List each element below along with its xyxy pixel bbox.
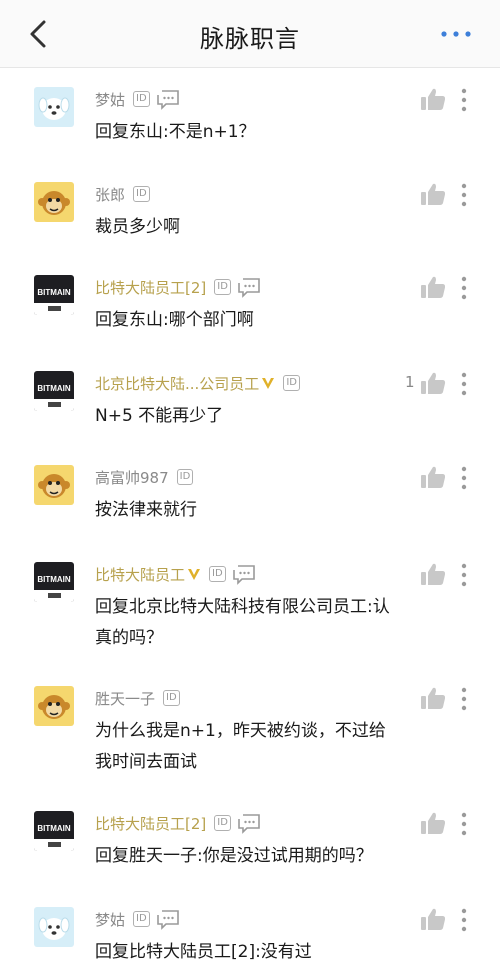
author-name[interactable]: 比特大陆员工[2]	[95, 813, 206, 834]
id-badge: ID	[176, 469, 194, 485]
comment-header: 比特大陆员工[2] ID	[95, 275, 261, 299]
logo-text: BITMAIN	[37, 384, 71, 393]
comment-text: 回复胜天一子:你是没过试用期的吗？	[95, 846, 373, 866]
id-badge: ID	[209, 566, 226, 582]
thumbs-up-icon[interactable]	[420, 686, 446, 710]
comment-text: 按法律来就行	[95, 500, 197, 520]
logo-text: BITMAIN	[37, 824, 71, 833]
more-vertical-icon[interactable]	[458, 371, 470, 397]
thumbs-up-icon[interactable]	[420, 87, 446, 111]
more-vertical-icon[interactable]	[458, 465, 470, 491]
like-count: 1	[405, 373, 415, 391]
more-options-icon[interactable]	[436, 22, 476, 46]
more-vertical-icon[interactable]	[458, 275, 470, 301]
comment-text: 回复比特大陆员工[2]:没有过	[95, 942, 312, 961]
thumbs-up-icon[interactable]	[420, 465, 446, 489]
comment-header: 高富帅987 ID	[95, 465, 194, 489]
id-badge: ID	[133, 911, 150, 927]
comment-item[interactable]: 高富帅987 ID 按法律来就行	[0, 455, 500, 565]
comment-text: 裁员多少啊	[95, 217, 180, 237]
comment-item[interactable]: 梦姑 ID 回复比特大陆员工[2]:没有过	[0, 897, 500, 961]
verified-v-icon	[262, 378, 275, 389]
comment-item[interactable]: BITMAIN 比特大陆员工 ID 回复北京比特大陆科技有限公司员工:认 真的吗？	[0, 552, 500, 662]
id-badge: ID	[163, 690, 180, 706]
comment-header: 北京比特大陆...公司员工 ID	[95, 371, 300, 395]
chat-bubble-icon[interactable]	[232, 563, 256, 585]
avatar[interactable]	[34, 907, 74, 947]
chat-bubble-icon[interactable]	[156, 908, 180, 930]
comment-header: 胜天一子 ID	[95, 686, 180, 710]
author-name[interactable]: 梦姑	[95, 909, 125, 930]
comment-text: 回复东山:哪个部门啊	[95, 310, 254, 330]
author-name[interactable]: 梦姑	[95, 89, 125, 110]
more-vertical-icon[interactable]	[458, 907, 470, 933]
avatar[interactable]	[34, 686, 74, 726]
thumbs-up-icon[interactable]	[420, 562, 446, 586]
comment-text: 回复东山:不是n+1？	[95, 122, 256, 142]
chat-bubble-icon[interactable]	[156, 88, 180, 110]
id-badge: ID	[133, 186, 150, 202]
avatar[interactable]	[34, 465, 74, 505]
more-vertical-icon[interactable]	[458, 562, 470, 588]
comment-header: 张郎 ID	[95, 182, 150, 206]
logo-text: BITMAIN	[37, 575, 71, 584]
author-name[interactable]: 胜天一子	[95, 688, 155, 709]
more-vertical-icon[interactable]	[458, 182, 470, 208]
author-name[interactable]: 北京比特大陆...公司员工	[95, 373, 259, 394]
id-badge: ID	[133, 91, 150, 107]
id-badge: ID	[283, 375, 300, 391]
comment-item[interactable]: 梦姑 ID 回复东山:不是n+1？	[0, 77, 500, 187]
avatar[interactable]	[34, 87, 74, 127]
comment-header: 比特大陆员工[2] ID	[95, 811, 261, 835]
thumbs-up-icon[interactable]	[420, 811, 446, 835]
verified-v-icon	[188, 569, 201, 580]
author-name[interactable]: 比特大陆员工[2]	[95, 277, 206, 298]
top-bar: 脉脉职言	[0, 0, 500, 68]
more-vertical-icon[interactable]	[458, 811, 470, 837]
chat-bubble-icon[interactable]	[237, 276, 261, 298]
id-badge: ID	[214, 815, 231, 831]
comment-list: 梦姑 ID 回复东山:不是n+1？ 张郎 ID 裁员多少啊 BITMAIN 比特大陆员工[2]…	[0, 69, 500, 961]
avatar[interactable]: BITMAIN	[34, 562, 74, 602]
comment-item[interactable]: 胜天一子 ID 为什么我是n+1，昨天被约谈，不过给 我时间去面试	[0, 676, 500, 786]
comment-text: N+5 不能再少了	[95, 406, 224, 426]
thumbs-up-icon[interactable]	[420, 182, 446, 206]
comment-header: 比特大陆员工 ID	[95, 562, 256, 586]
id-badge: ID	[214, 279, 231, 295]
logo-text: BITMAIN	[37, 288, 71, 297]
avatar[interactable]	[34, 182, 74, 222]
author-name[interactable]: 高富帅987	[95, 467, 169, 488]
author-name[interactable]: 比特大陆员工	[95, 564, 185, 585]
comment-header: 梦姑 ID	[95, 87, 180, 111]
comment-header: 梦姑 ID	[95, 907, 180, 931]
thumbs-up-icon[interactable]	[420, 275, 446, 299]
more-vertical-icon[interactable]	[458, 686, 470, 712]
more-vertical-icon[interactable]	[458, 87, 470, 113]
avatar[interactable]: BITMAIN	[34, 371, 74, 411]
thumbs-up-icon[interactable]	[420, 907, 446, 931]
page-title: 脉脉职言	[200, 25, 300, 53]
chat-bubble-icon[interactable]	[237, 812, 261, 834]
thumbs-up-icon[interactable]	[420, 371, 446, 395]
avatar[interactable]: BITMAIN	[34, 275, 74, 315]
author-name[interactable]: 张郎	[95, 184, 125, 205]
avatar[interactable]: BITMAIN	[34, 811, 74, 851]
comment-text: 为什么我是n+1，昨天被约谈，不过给 我时间去面试	[95, 721, 386, 772]
comment-item[interactable]: BITMAIN 比特大陆员工[2] ID 回复东山:哪个部门啊	[0, 265, 500, 375]
comment-text: 回复北京比特大陆科技有限公司员工:认 真的吗？	[95, 597, 390, 648]
comment-item[interactable]: BITMAIN 比特大陆员工[2] ID 回复胜天一子:你是没过试用期的吗？	[0, 801, 500, 911]
